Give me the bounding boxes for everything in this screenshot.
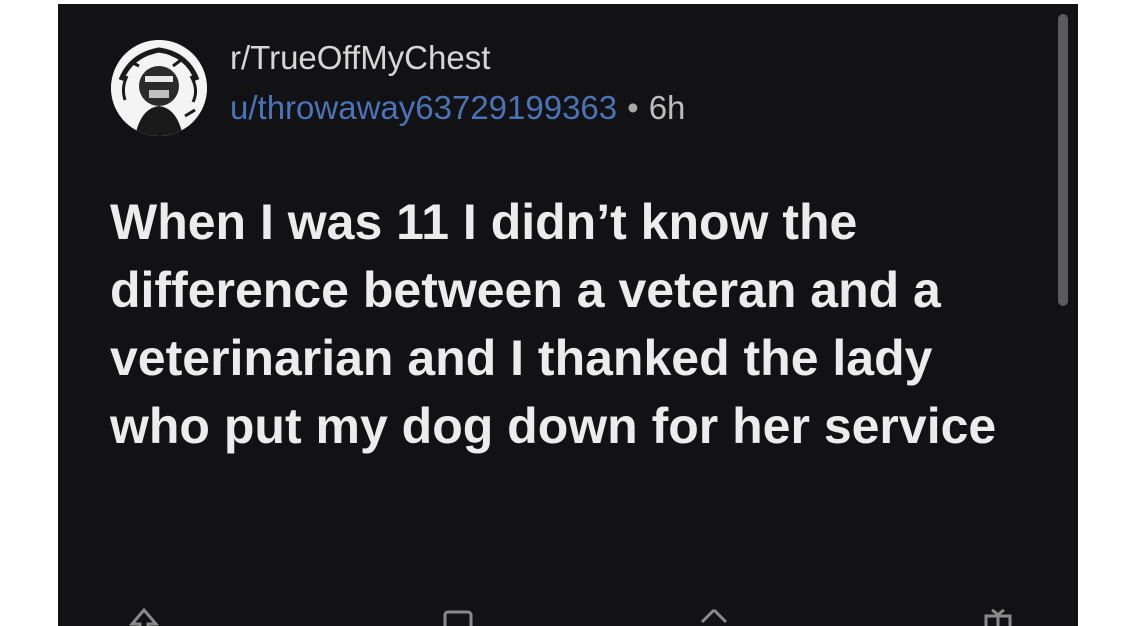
award-icon[interactable]	[982, 608, 1014, 626]
post-card: r/TrueOffMyChest u/throwaway63729199363 •…	[58, 4, 1078, 626]
subreddit-avatar-icon[interactable]	[111, 40, 207, 136]
meta-separator: •	[627, 89, 639, 126]
subreddit-name[interactable]: r/TrueOffMyChest	[230, 38, 490, 78]
comment-icon[interactable]	[442, 608, 474, 626]
scrollbar[interactable]	[1058, 14, 1068, 306]
post-title[interactable]: When I was 11 I didn’t know the differen…	[110, 188, 1030, 460]
post-age: 6h	[648, 89, 686, 126]
action-bar	[58, 600, 1078, 626]
upvote-icon[interactable]	[128, 608, 160, 626]
share-icon[interactable]	[698, 608, 730, 626]
author-username[interactable]: u/throwaway63729199363	[230, 89, 617, 126]
post-meta: u/throwaway63729199363 • 6h	[230, 88, 685, 128]
